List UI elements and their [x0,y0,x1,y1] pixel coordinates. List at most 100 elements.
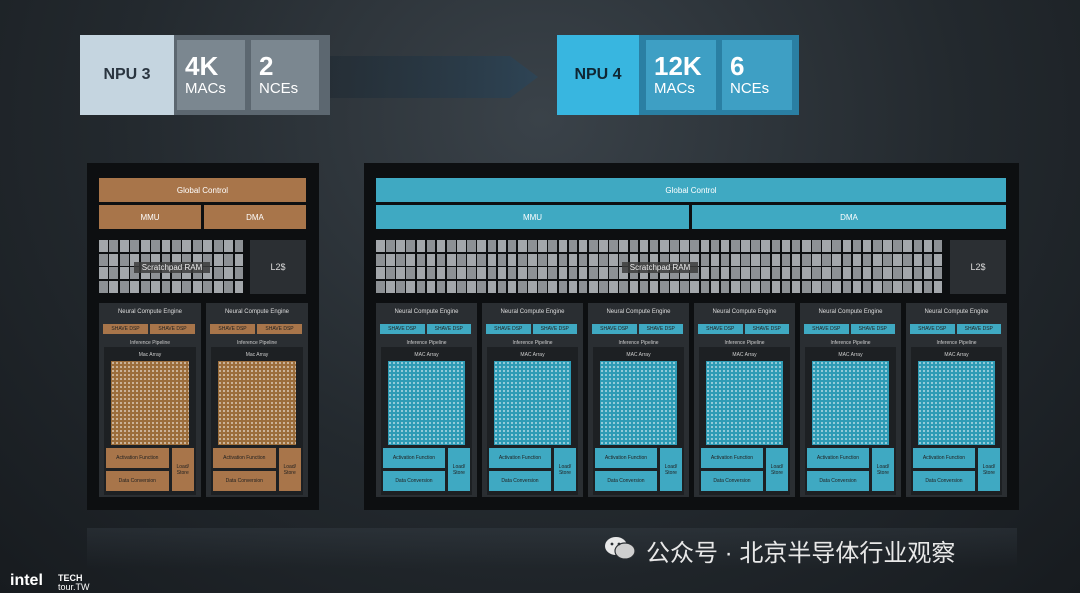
neural-compute-engine: Neural Compute Engine SHAVE DSP SHAVE DSP I… [482,303,583,497]
load-store: Load/ Store [447,448,470,491]
shave-dsp: SHAVE DSP [426,324,471,334]
npu3-name-tile: NPU 3 [80,35,174,115]
shave-dsp: SHAVE DSP [638,324,683,334]
inference-pipeline: Mac Array Activation Function Data Convers… [211,347,303,495]
inference-pipeline: MAC Array Activation Function Data Convers… [381,347,472,495]
nce-title: Neural Compute Engine [606,309,671,315]
mac-array-grid [918,361,995,445]
header-arrow [328,48,538,106]
npu4-dma: DMA [692,205,1006,229]
npu4-nces-label: NCEs [730,80,770,97]
shave-dsp: SHAVE DSP [210,324,255,334]
watermark-text: 公众号 · 北京半导体行业观察 [646,533,1066,567]
mac-array-grid [494,361,571,445]
activation-function: Activation Function [913,448,975,468]
data-conversion: Data Conversion [383,471,445,491]
npu4-scratchpad-label: Scratchpad RAM [621,261,699,273]
activation-function: Activation Function [701,448,763,468]
data-conversion: Data Conversion [595,471,657,491]
mac-array-label: Mac Array [245,352,269,358]
data-conversion: Data Conversion [106,471,169,491]
shave-dsp: SHAVE DSP [103,324,148,334]
npu3-macs-value: 4K [185,51,219,81]
nce-title: Neural Compute Engine [224,309,290,315]
activation-function: Activation Function [595,448,657,468]
event-logo-line2: tour.TW [58,582,90,592]
npu4-l2-label: L2$ [970,262,986,272]
activation-function: Activation Function [106,448,169,468]
npu3-global-control: Global Control [99,178,306,202]
npu3-name: NPU 3 [103,66,151,83]
data-conversion: Data Conversion [489,471,551,491]
npu4-mmu: MMU [376,205,689,229]
npu4-macs-tile: 12K MACs [646,40,716,110]
activation-function: Activation Function [383,448,445,468]
shave-dsp: SHAVE DSP [744,324,789,334]
nce-title: Neural Compute Engine [818,309,883,315]
shave-dsp: SHAVE DSP [698,324,743,334]
data-conversion: Data Conversion [213,471,276,491]
npu4-name: NPU 4 [574,66,622,83]
watermark-label: 公众号 · 北京半导体行业观察 [646,540,956,567]
load-store: Load/ Store [553,448,576,491]
inference-pipeline-label: Inference Pipeline [830,340,871,346]
shave-dsp: SHAVE DSP [486,324,531,334]
data-conversion: Data Conversion [807,471,869,491]
shave-dsp: SHAVE DSP [532,324,577,334]
mac-array-grid [388,361,465,445]
load-store: Load/ Store [977,448,1000,491]
npu3-l2-label: L2$ [270,262,286,272]
neural-compute-engine: Neural Compute Engine SHAVE DSP SHAVE DSP I… [206,303,308,497]
npu3-nces-label: NCEs [259,80,299,97]
inference-pipeline: MAC Array Activation Function Data Convers… [593,347,684,495]
inference-pipeline: MAC Array Activation Function Data Convers… [487,347,578,495]
npu4-global-control-label: Global Control [665,185,717,195]
npu3-nces-tile: 2 NCEs [251,40,319,110]
data-conversion: Data Conversion [913,471,975,491]
intel-logo: intel [10,572,60,592]
npu3-nces-value: 2 [259,51,274,81]
load-store: Load/ Store [871,448,894,491]
npu3-l2-cache: L2$ [250,240,306,294]
mac-array-label: MAC Array [520,352,545,358]
npu4-l2-cache: L2$ [950,240,1006,294]
shave-dsp: SHAVE DSP [380,324,425,334]
npu3-scratchpad-label: Scratchpad RAM [133,261,211,273]
shave-dsp: SHAVE DSP [850,324,895,334]
mac-array-grid [706,361,783,445]
shave-dsp: SHAVE DSP [910,324,955,334]
activation-function: Activation Function [807,448,869,468]
nce-title: Neural Compute Engine [394,309,459,315]
nce-title: Neural Compute Engine [500,309,565,315]
inference-pipeline: MAC Array Activation Function Data Convers… [911,347,1002,495]
npu4-mmu-label: MMU [522,212,543,222]
npu3-dma: DMA [204,205,306,229]
inference-pipeline-label: Inference Pipeline [129,340,171,346]
mac-array-label: MAC Array [732,352,757,358]
npu4-global-control: Global Control [376,178,1006,202]
nce-title: Neural Compute Engine [117,309,183,315]
intel-logo-text: intel [10,572,43,589]
activation-function: Activation Function [489,448,551,468]
npu4-scratchpad-ram: Scratchpad RAM [376,240,944,294]
shave-dsp: SHAVE DSP [257,324,302,334]
nce-title: Neural Compute Engine [924,309,989,315]
npu4-macs-label: MACs [654,80,695,97]
inference-pipeline-label: Inference Pipeline [236,340,278,346]
npu3-global-control-label: Global Control [176,185,229,195]
npu3-dma-label: DMA [246,212,264,222]
activation-function: Activation Function [213,448,276,468]
nce-title: Neural Compute Engine [712,309,777,315]
mac-array-grid [600,361,677,445]
npu4-macs-value: 12K [654,51,702,81]
shave-dsp: SHAVE DSP [804,324,849,334]
shave-dsp: SHAVE DSP [592,324,637,334]
npu4-dma-label: DMA [840,212,858,222]
load-store: Load/ Store [278,448,301,491]
npu4-name-tile: NPU 4 [557,35,639,115]
mac-array-label: MAC Array [626,352,651,358]
inference-pipeline: Mac Array Activation Function Data Convers… [104,347,196,495]
neural-compute-engine: Neural Compute Engine SHAVE DSP SHAVE DSP I… [588,303,689,497]
load-store: Load/ Store [171,448,194,491]
mac-array-grid [111,361,189,445]
